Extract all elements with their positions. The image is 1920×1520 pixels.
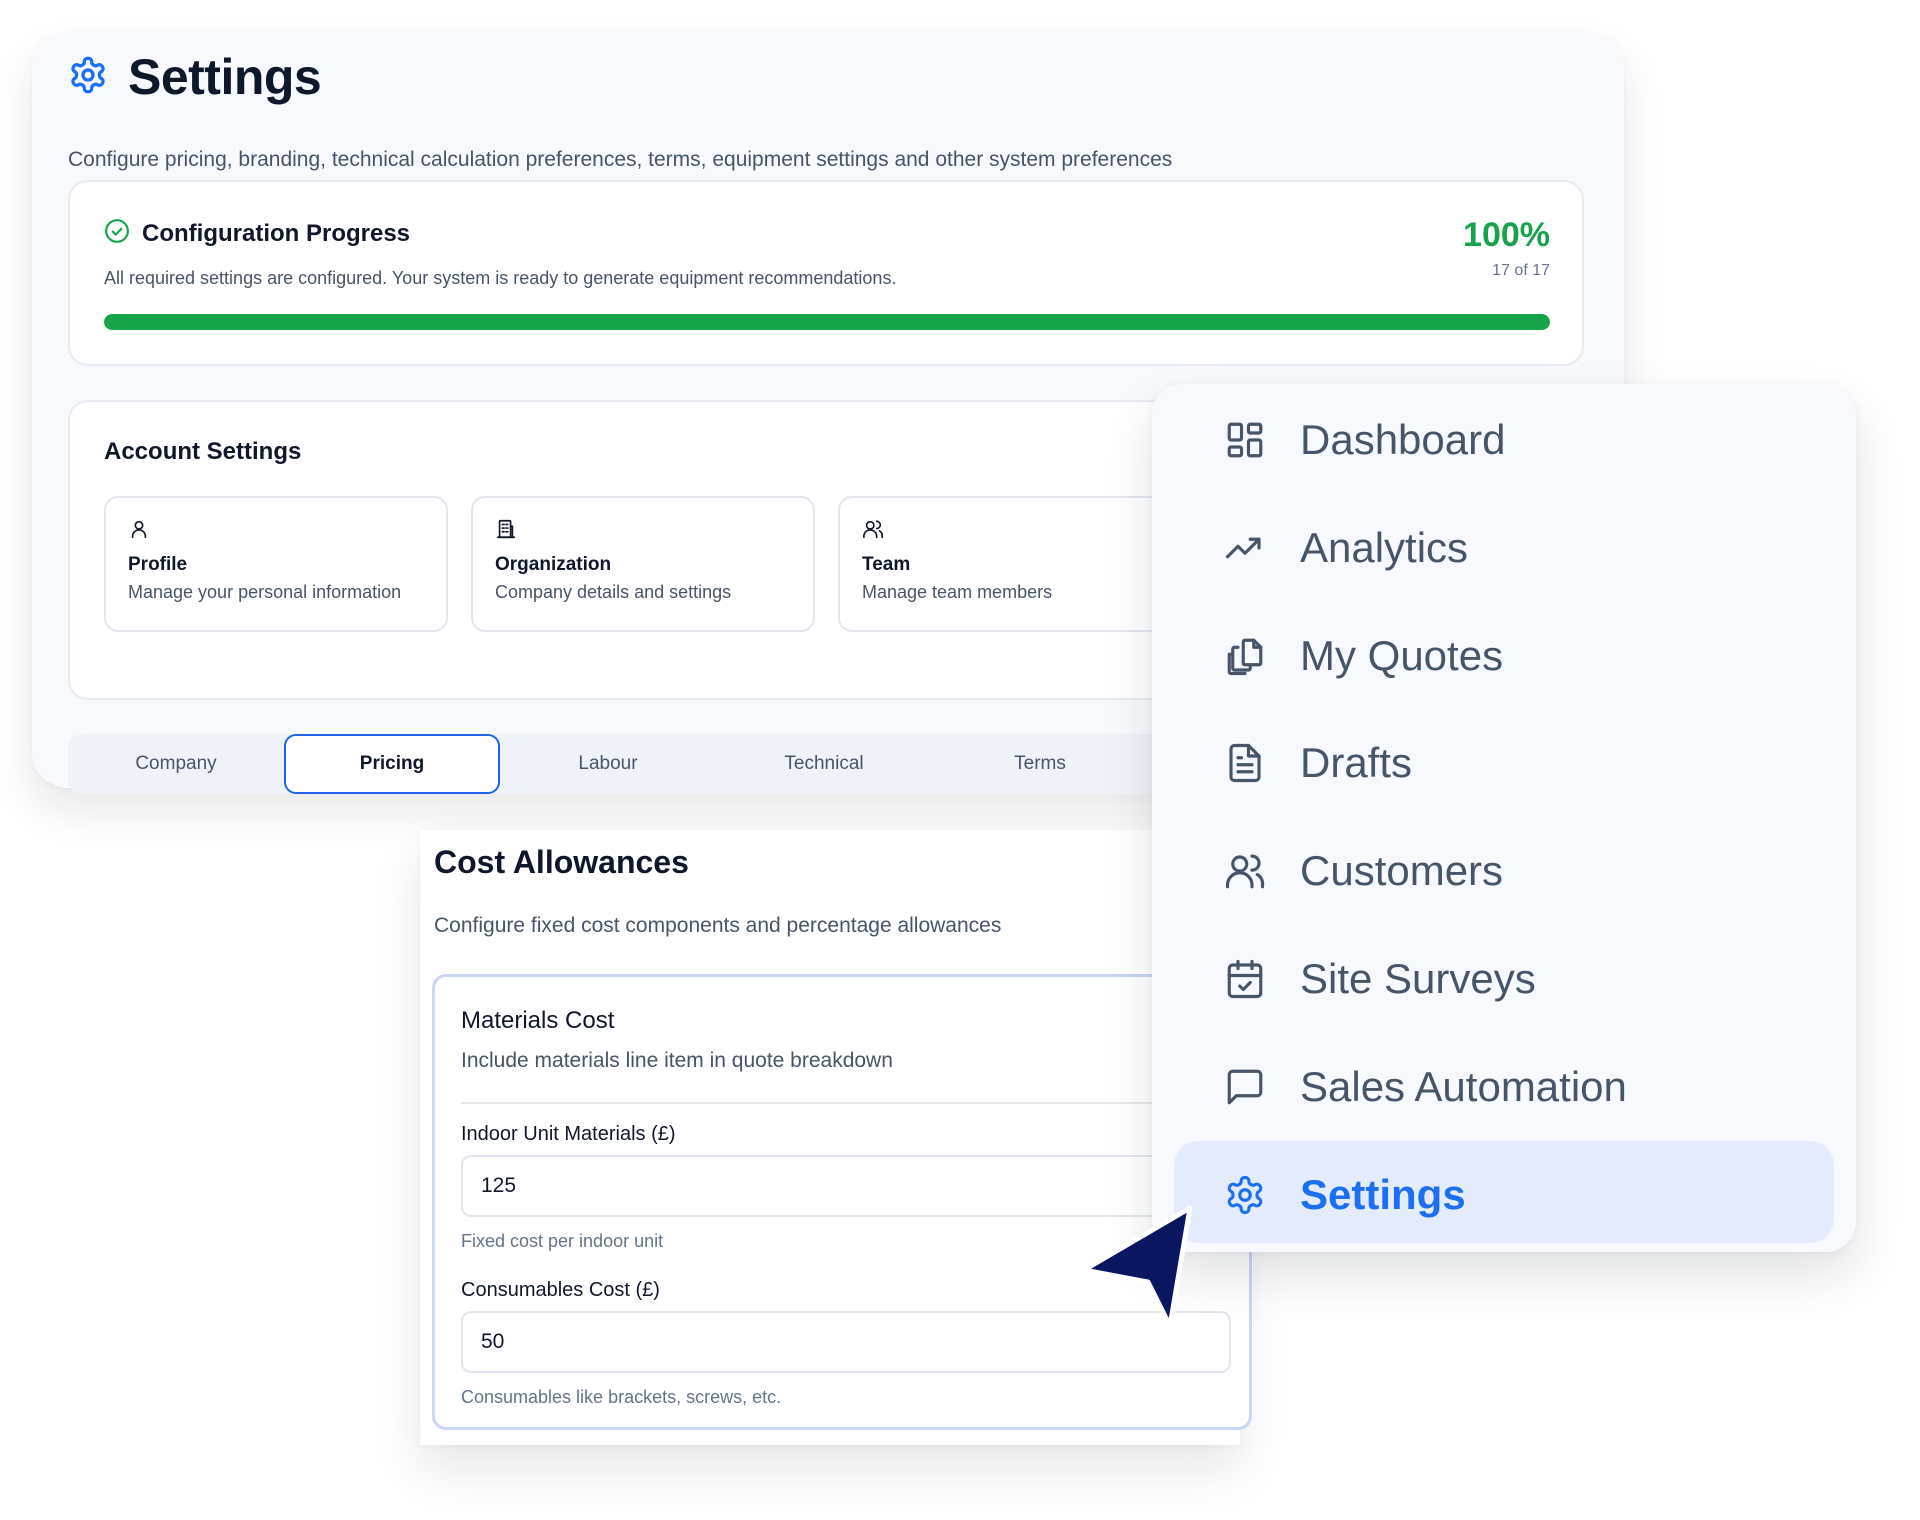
- consumables-cost-hint: Consumables like brackets, screws, etc.: [461, 1387, 782, 1407]
- sidebar-item-label: Sales Automation: [1300, 1063, 1627, 1110]
- gear-icon: [68, 55, 108, 100]
- sidebar-item-customers[interactable]: Customers: [1174, 817, 1834, 919]
- progress-bar: [104, 314, 1550, 330]
- sidebar-item-drafts[interactable]: Drafts: [1174, 709, 1834, 811]
- sidebar-item-label: Analytics: [1300, 524, 1469, 571]
- tile-description: Company details and settings: [495, 582, 732, 602]
- sidebar-item-label: Drafts: [1300, 739, 1413, 786]
- configuration-progress-card: Configuration Progress All required sett…: [68, 180, 1584, 366]
- tile-name: Organization: [495, 554, 612, 575]
- cost-allowances-panel: Cost Allowances Configure fixed cost com…: [420, 830, 1252, 1445]
- materials-cost-description: Include materials line item in quote bre…: [461, 1049, 893, 1072]
- team-tile[interactable]: Team Manage team members: [838, 496, 1182, 632]
- sidebar-nav: Dashboard Analytics My Quotes Drafts Cus…: [1152, 384, 1856, 1252]
- page-subtitle: Configure pricing, branding, technical c…: [68, 148, 1173, 171]
- sidebar-item-my-quotes[interactable]: My Quotes: [1174, 602, 1834, 704]
- account-settings-title: Account Settings: [104, 438, 302, 465]
- tab-terms[interactable]: Terms: [932, 734, 1148, 794]
- profile-tile[interactable]: Profile Manage your personal information: [104, 496, 448, 632]
- sidebar-item-sales-automation[interactable]: Sales Automation: [1174, 1033, 1834, 1135]
- sidebar-item-settings[interactable]: Settings: [1174, 1141, 1834, 1243]
- sidebar-item-label: My Quotes: [1300, 632, 1504, 679]
- cost-allowances-subtitle: Configure fixed cost components and perc…: [434, 914, 1002, 937]
- tab-company[interactable]: Company: [68, 734, 284, 794]
- indoor-unit-materials-label: Indoor Unit Materials (£): [461, 1123, 676, 1145]
- sidebar-item-label: Customers: [1300, 847, 1504, 894]
- tab-pricing[interactable]: Pricing: [284, 734, 500, 794]
- progress-percent: 100%: [1463, 216, 1550, 254]
- sidebar-item-label: Dashboard: [1300, 416, 1506, 463]
- consumables-cost-label: Consumables Cost (£): [461, 1279, 660, 1301]
- progress-description: All required settings are configured. Yo…: [104, 268, 897, 288]
- page-title: Settings: [128, 49, 322, 105]
- divider: [461, 1102, 1249, 1104]
- progress-count: 17 of 17: [1492, 262, 1550, 279]
- sidebar-item-site-surveys[interactable]: Site Surveys: [1174, 925, 1834, 1027]
- progress-bar-fill: [104, 314, 1550, 330]
- sidebar-item-label: Settings: [1300, 1171, 1466, 1218]
- tile-description: Manage team members: [862, 582, 1053, 602]
- progress-header: Configuration Progress: [104, 218, 410, 249]
- page-header: Settings: [68, 48, 322, 106]
- cost-allowances-title: Cost Allowances: [434, 844, 689, 880]
- cursor-arrow-icon: [1081, 1205, 1193, 1329]
- sidebar-item-analytics[interactable]: Analytics: [1174, 494, 1834, 596]
- tile-description: Manage your personal information: [128, 582, 402, 602]
- check-circle-icon: [104, 218, 130, 249]
- sidebar-item-label: Site Surveys: [1300, 955, 1536, 1002]
- indoor-unit-materials-hint: Fixed cost per indoor unit: [461, 1231, 664, 1251]
- tile-name: Profile: [128, 554, 188, 575]
- tab-labour[interactable]: Labour: [500, 734, 716, 794]
- materials-cost-title: Materials Cost: [461, 1007, 615, 1034]
- organization-tile[interactable]: Organization Company details and setting…: [471, 496, 815, 632]
- tab-technical[interactable]: Technical: [716, 734, 932, 794]
- progress-title: Configuration Progress: [142, 219, 411, 247]
- tile-name: Team: [862, 554, 911, 575]
- sidebar-item-dashboard[interactable]: Dashboard: [1174, 386, 1834, 488]
